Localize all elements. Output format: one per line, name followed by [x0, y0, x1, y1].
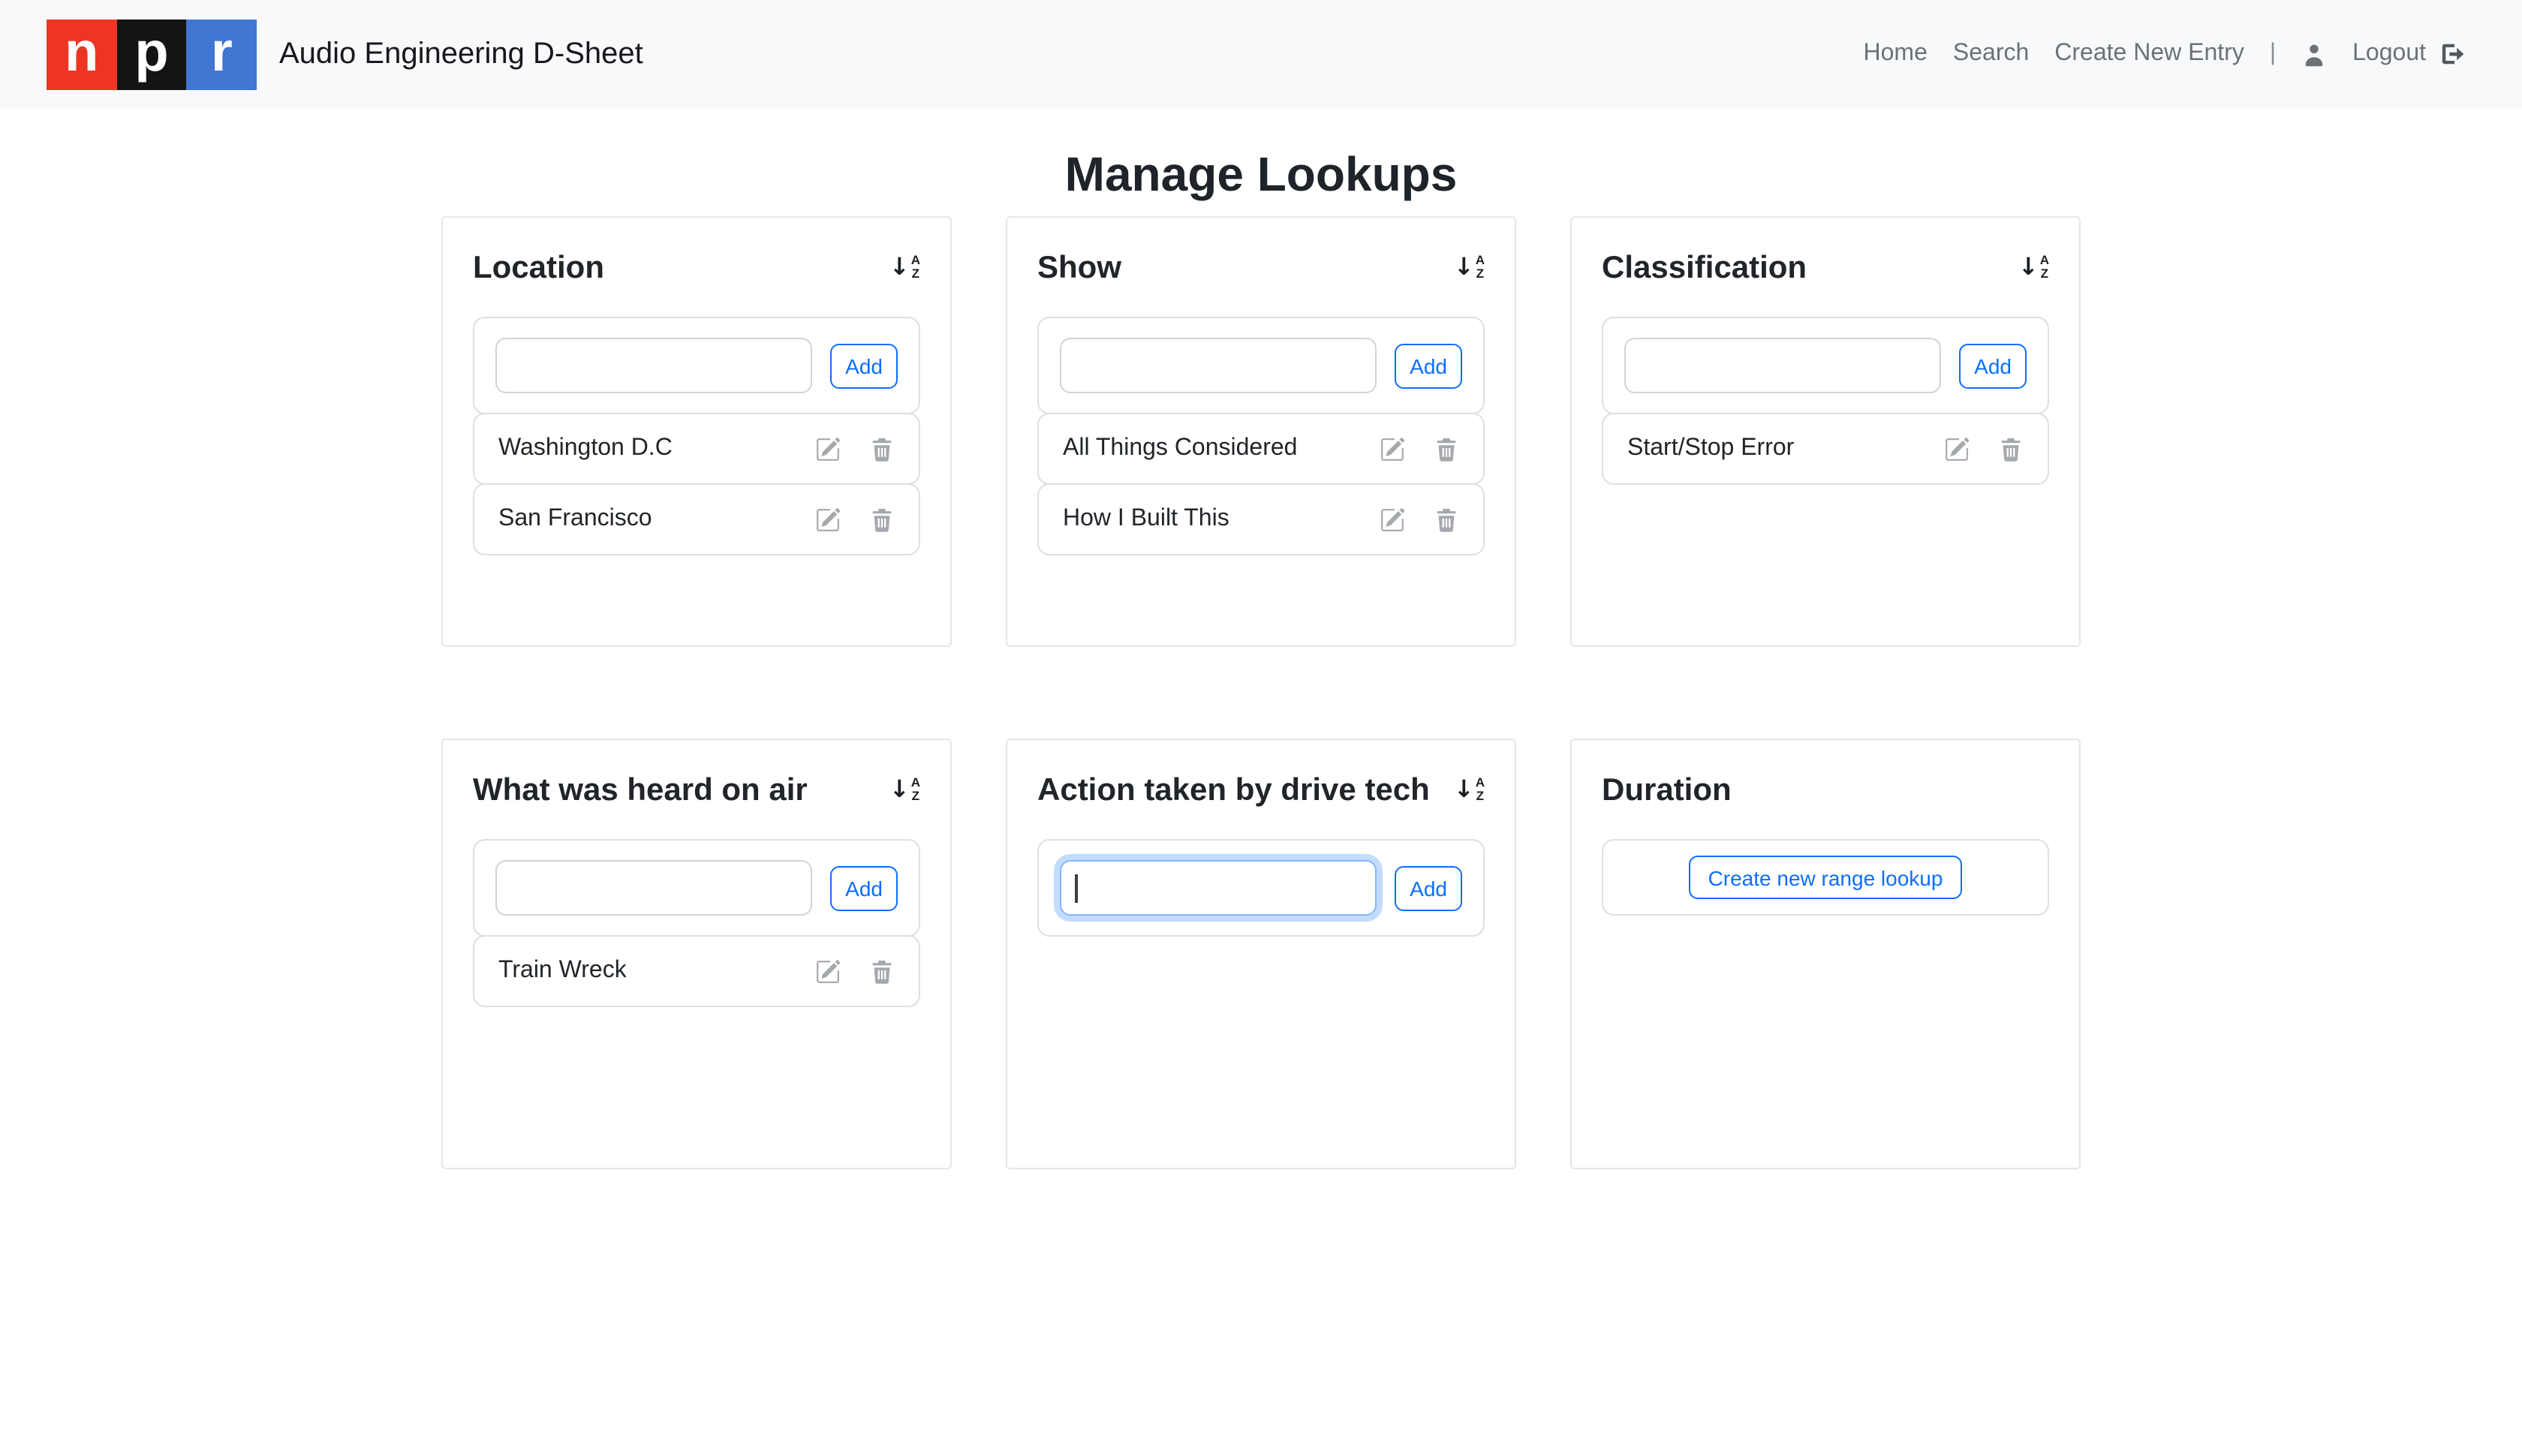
pencil-square-icon: [815, 436, 841, 462]
create-range-lookup-button[interactable]: Create new range lookup: [1689, 856, 1963, 899]
pencil-square-icon: [815, 958, 841, 984]
lookup-card-show: Show ↓ AZ Add All Things Considered: [1006, 216, 1516, 647]
sort-alpha-down-icon: ↓: [889, 776, 910, 802]
add-button[interactable]: Add: [830, 343, 898, 388]
logout-icon: [2438, 41, 2465, 68]
user-icon: [2301, 41, 2327, 67]
pencil-square-icon: [1380, 507, 1405, 532]
edit-item-button[interactable]: [1944, 436, 1970, 462]
new-item-input-focused[interactable]: [1060, 860, 1377, 916]
add-row: Add: [1037, 317, 1485, 414]
range-row: Create new range lookup: [1602, 839, 2049, 916]
list-item: All Things Considered: [1037, 413, 1485, 485]
trash-icon: [1434, 436, 1459, 462]
lookup-card-action-taken-by-drive-tech: Action taken by drive tech ↓ AZ Add: [1006, 739, 1516, 1169]
nav-home[interactable]: Home: [1864, 41, 1928, 68]
add-row: Add: [1602, 317, 2049, 414]
card-title: Location: [473, 246, 604, 291]
item-label: Washington D.C: [498, 435, 673, 462]
sort-alpha-down-icon: ↓: [1454, 254, 1474, 279]
trash-icon: [869, 436, 895, 462]
sort-alpha-down-icon: ↓: [2018, 254, 2039, 279]
edit-item-button[interactable]: [1380, 507, 1405, 532]
item-label: How I Built This: [1063, 506, 1229, 533]
npr-logo-letter-r: r: [187, 19, 257, 89]
add-row: Add: [473, 317, 920, 414]
main-nav: Home Search Create New Entry | Logout: [1864, 41, 2466, 68]
add-button[interactable]: Add: [1959, 343, 2027, 388]
list-item: San Francisco: [473, 483, 920, 555]
sort-alpha-down-icon: ↓: [1454, 776, 1474, 802]
list-item: Washington D.C: [473, 413, 920, 485]
sort-button[interactable]: ↓ AZ: [1454, 254, 1485, 279]
add-row: Add: [473, 839, 920, 937]
edit-item-button[interactable]: [815, 507, 841, 532]
logout-label: Logout: [2352, 41, 2426, 68]
nav-create-new-entry[interactable]: Create New Entry: [2054, 41, 2244, 68]
nav-logout[interactable]: Logout: [2352, 41, 2465, 68]
pencil-square-icon: [815, 507, 841, 532]
card-title: Action taken by drive tech: [1037, 769, 1430, 814]
sort-button[interactable]: ↓ AZ: [889, 776, 920, 802]
lookup-cards-grid: Location ↓ AZ Add Washington D.C: [0, 216, 2522, 1169]
edit-item-button[interactable]: [815, 436, 841, 462]
delete-item-button[interactable]: [869, 436, 895, 462]
lookup-card-location: Location ↓ AZ Add Washington D.C: [441, 216, 952, 647]
add-button[interactable]: Add: [830, 865, 898, 910]
new-item-input[interactable]: [495, 338, 812, 393]
brand-title: Audio Engineering D-Sheet: [279, 37, 643, 71]
edit-item-button[interactable]: [815, 958, 841, 984]
lookup-card-duration: Duration Create new range lookup: [1570, 739, 2081, 1169]
page-title: Manage Lookups: [0, 141, 2522, 207]
new-item-input[interactable]: [1060, 338, 1377, 393]
card-title: Classification: [1602, 246, 1807, 291]
card-title: Duration: [1602, 769, 1732, 814]
nav-separator: |: [2270, 41, 2276, 68]
npr-logo-letter-n: n: [47, 19, 116, 89]
card-title: What was heard on air: [473, 769, 808, 814]
new-item-input[interactable]: [1624, 338, 1941, 393]
list-item: Train Wreck: [473, 935, 920, 1007]
delete-item-button[interactable]: [1434, 507, 1459, 532]
nav-search[interactable]: Search: [1953, 41, 2029, 68]
app-header: n p r Audio Engineering D-Sheet Home Sea…: [0, 0, 2522, 108]
lookup-card-classification: Classification ↓ AZ Add Start/Stop Error: [1570, 216, 2081, 647]
sort-alpha-down-icon: ↓: [889, 254, 910, 279]
npr-logo-letter-p: p: [116, 19, 186, 89]
item-label: All Things Considered: [1063, 435, 1297, 462]
delete-item-button[interactable]: [1434, 436, 1459, 462]
lookup-card-what-was-heard-on-air: What was heard on air ↓ AZ Add Train Wre…: [441, 739, 952, 1169]
trash-icon: [869, 507, 895, 532]
sort-button[interactable]: ↓ AZ: [889, 254, 920, 279]
new-item-input[interactable]: [495, 860, 812, 916]
item-label: Start/Stop Error: [1627, 435, 1794, 462]
sort-button[interactable]: ↓ AZ: [2018, 254, 2049, 279]
npr-logo: n p r: [47, 19, 257, 89]
text-caret: [1075, 874, 1077, 902]
card-title: Show: [1037, 246, 1121, 291]
trash-icon: [1998, 436, 2024, 462]
add-button[interactable]: Add: [1395, 343, 1462, 388]
delete-item-button[interactable]: [869, 507, 895, 532]
delete-item-button[interactable]: [869, 958, 895, 984]
add-button[interactable]: Add: [1395, 865, 1462, 910]
pencil-square-icon: [1380, 436, 1405, 462]
app-root: n p r Audio Engineering D-Sheet Home Sea…: [0, 0, 2522, 1456]
trash-icon: [1434, 507, 1459, 532]
list-item: How I Built This: [1037, 483, 1485, 555]
sort-button[interactable]: ↓ AZ: [1454, 776, 1485, 802]
item-label: Train Wreck: [498, 958, 627, 985]
list-item: Start/Stop Error: [1602, 413, 2049, 485]
trash-icon: [869, 958, 895, 984]
delete-item-button[interactable]: [1998, 436, 2024, 462]
item-label: San Francisco: [498, 506, 652, 533]
edit-item-button[interactable]: [1380, 436, 1405, 462]
pencil-square-icon: [1944, 436, 1970, 462]
add-row: Add: [1037, 839, 1485, 937]
